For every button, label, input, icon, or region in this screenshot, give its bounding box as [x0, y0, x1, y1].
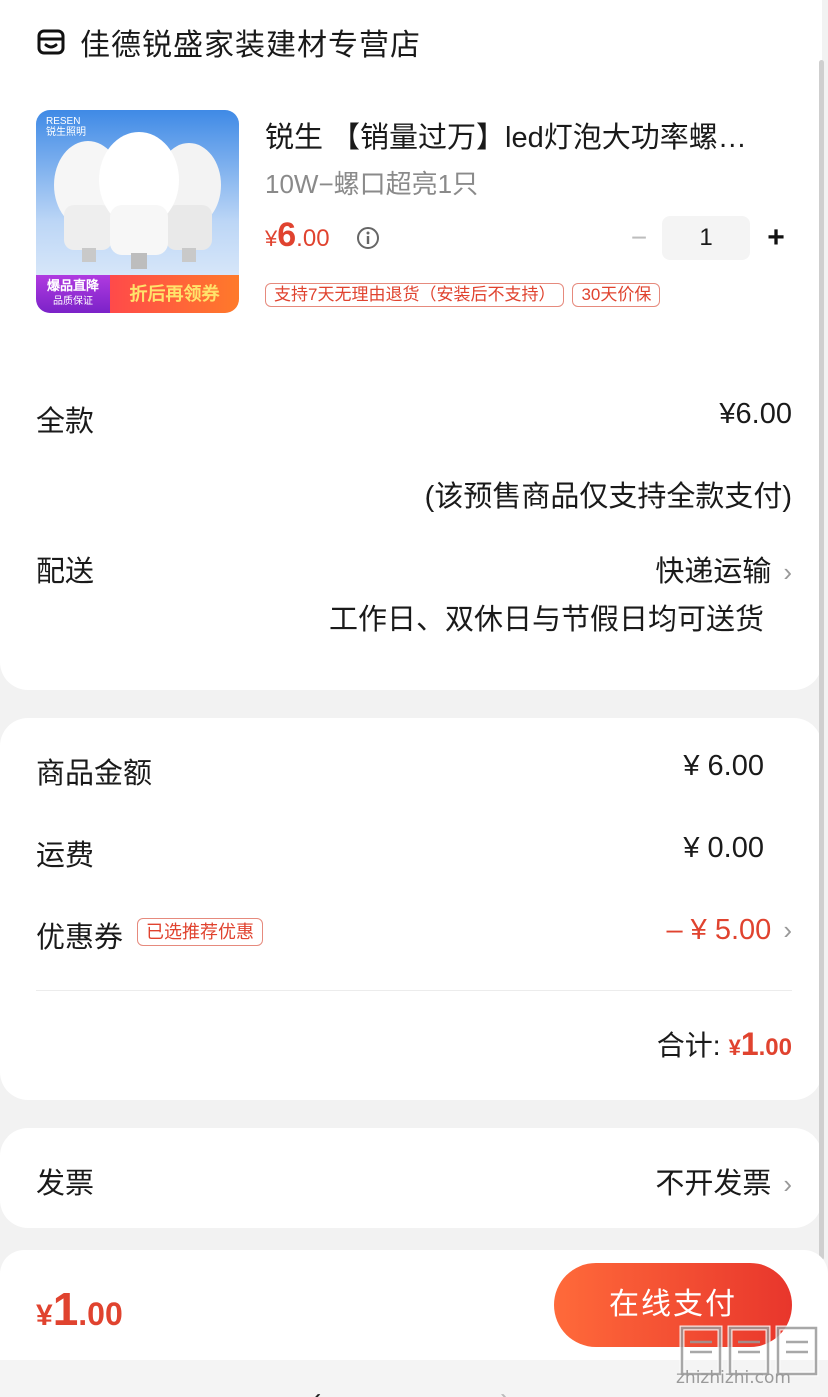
shipping-fee-label: 运费: [36, 840, 95, 872]
coupon-selector[interactable]: – ¥ 5.00 ›: [667, 914, 793, 947]
chevron-right-icon: ›: [783, 915, 792, 945]
invoice-selector[interactable]: 不开发票 ›: [655, 1160, 792, 1202]
return-policy-tag: 支持7天无理由退货（安装后不支持）: [265, 283, 565, 307]
invoice-value: 不开发票: [655, 1168, 772, 1200]
promo-coupon-banner: 折后再领券: [110, 275, 239, 313]
brand-label: RESEN 锐生照明: [46, 116, 86, 138]
payment-mode-label: 全款: [36, 406, 95, 438]
store-header[interactable]: 佳德锐盛家装建材专营店: [36, 20, 421, 64]
back-icon[interactable]: ‹: [312, 1382, 321, 1397]
quantity-input[interactable]: 1: [662, 216, 750, 260]
forward-icon[interactable]: ›: [500, 1382, 509, 1397]
coupon-discount-value: – ¥ 5.00: [666, 914, 772, 946]
product-spec[interactable]: 10W−螺口超亮1只: [265, 164, 478, 201]
checkout-total: ¥ 1 .00: [36, 1283, 123, 1335]
service-tags: 支持7天无理由退货（安装后不支持） 30天价保: [265, 283, 661, 307]
decrease-quantity-button[interactable]: −: [622, 222, 656, 254]
product-title[interactable]: 锐生 【销量过万】led灯泡大功率螺…: [265, 114, 785, 156]
coupon-recommended-tag: 已选推荐优惠: [137, 918, 263, 946]
store-name: 佳德锐盛家装建材专营店: [80, 29, 421, 62]
product-image[interactable]: RESEN 锐生照明 爆品直降 品质保证 折后再领券: [36, 110, 239, 313]
price-protection-tag: 30天价保: [572, 283, 661, 307]
presale-note: (该预售商品仅支持全款支付): [424, 481, 792, 513]
increase-quantity-button[interactable]: +: [756, 221, 796, 255]
product-price: ¥ 6 .00: [265, 216, 330, 254]
info-icon[interactable]: [356, 226, 380, 250]
payment-mode-value: ¥6.00: [719, 398, 792, 430]
coupon-label: 优惠券: [36, 922, 124, 954]
watermark-text: zhizhizhi.com: [676, 1368, 791, 1388]
store-icon: [37, 29, 65, 55]
goods-amount-value: ¥ 6.00: [683, 750, 764, 782]
divider: [36, 990, 792, 991]
quantity-stepper: − 1 +: [622, 215, 796, 261]
promo-badge: 爆品直降 品质保证: [36, 275, 110, 313]
invoice-label: 发票: [36, 1168, 95, 1200]
delivery-method[interactable]: 快递运输 ›: [655, 548, 792, 590]
delivery-label: 配送: [36, 556, 95, 588]
chevron-right-icon: ›: [783, 557, 792, 587]
order-total: 合计: ¥ 1 .00: [656, 1026, 792, 1062]
chevron-right-icon: ›: [783, 1169, 792, 1199]
goods-amount-label: 商品金额: [36, 758, 153, 790]
shipping-fee-value: ¥ 0.00: [683, 832, 764, 864]
delivery-method-value: 快递运输: [655, 556, 772, 588]
scrollbar[interactable]: [819, 60, 824, 1260]
delivery-note: 工作日、双休日与节假日均可送货: [328, 604, 764, 636]
